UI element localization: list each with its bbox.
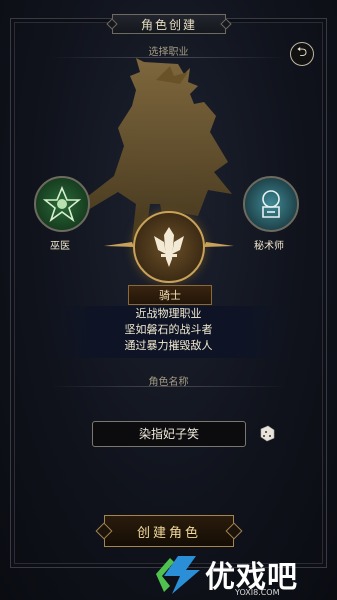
selected-class-name: 骑士	[128, 285, 212, 305]
back-arrow-icon: ⮌	[296, 45, 308, 60]
class-description: 近战物理职业 坚如磐石的战斗者 通过暴力摧毁敌人	[46, 306, 291, 358]
role-name-label: 角色名称	[148, 377, 189, 388]
back-button[interactable]: ⮌	[290, 42, 314, 66]
witch-doctor-emblem-icon	[43, 185, 81, 223]
watermark-subtext: YOXI8.COM	[235, 588, 280, 597]
class-name-arcanist: 秘术师	[254, 241, 284, 252]
selection-wings	[104, 242, 234, 247]
class-name-witch-doctor: 巫医	[50, 241, 70, 252]
class-option-witch-doctor[interactable]	[34, 176, 90, 232]
description-line: 通过暴力摧毁敌人	[124, 339, 213, 352]
create-character-button[interactable]: 创建角色	[104, 515, 234, 547]
page-title: 角色创建	[112, 14, 226, 34]
arcanist-emblem-icon	[262, 190, 280, 218]
select-class-label: 选择职业	[148, 47, 189, 58]
class-option-arcanist[interactable]	[243, 176, 299, 232]
description-line: 坚如磐石的战斗者	[124, 323, 213, 336]
role-name-input[interactable]: 染指妃子笑	[92, 421, 246, 447]
random-name-dice-icon[interactable]	[258, 424, 276, 442]
watermark-logo-icon	[156, 556, 200, 594]
description-line: 近战物理职业	[135, 307, 202, 320]
character-creation-screen: 角色创建 选择职业 ⮌ 巫医 秘术师 骑士 近战物理职业 坚如磐石的战斗者 通过…	[0, 0, 337, 600]
